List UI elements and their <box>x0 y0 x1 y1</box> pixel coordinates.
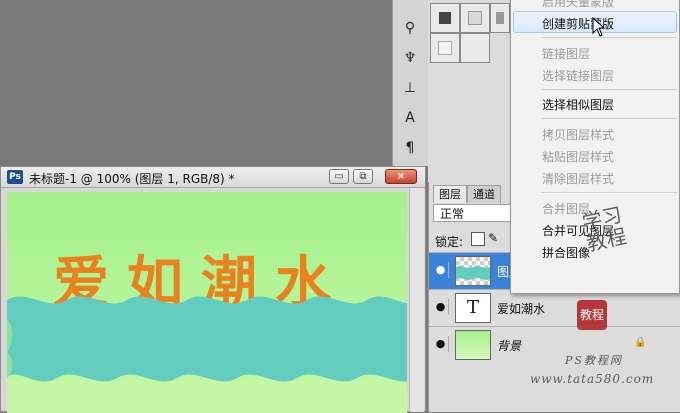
tab-channels[interactable]: 通道 <box>467 185 501 203</box>
minimize-button[interactable]: ▭ <box>329 169 349 184</box>
menu-item-select-linked-layers[interactable]: 选择链接图层 <box>542 67 614 84</box>
styles-panel <box>428 0 513 182</box>
layer-thumb-wave <box>456 266 490 280</box>
blend-mode-select[interactable]: 正常 <box>433 204 515 222</box>
photoshop-icon: Ps <box>7 170 23 184</box>
mouse-cursor-icon <box>592 17 606 37</box>
layer-name: 爱如潮水 <box>497 302 546 316</box>
background-layer-thumbnail <box>455 330 491 360</box>
style-swatch[interactable] <box>430 33 460 63</box>
menu-separator <box>541 118 677 119</box>
canvas[interactable]: 爱如潮水 <box>7 192 407 413</box>
restore-button[interactable]: ⧉ <box>353 169 373 184</box>
tools-panel: ⚲ ♆ ⊥ A ¶ <box>392 0 430 166</box>
menu-item-enable-vector-mask[interactable]: 启用矢量蒙版 <box>542 0 614 10</box>
document-title-bar[interactable]: Ps 未标题-1 @ 100% (图层 1, RGB/8) * ▭ ⧉ × <box>1 167 425 188</box>
layer-row[interactable]: ● T 爱如潮水 <box>429 289 680 326</box>
layer-thumbnail <box>455 256 491 286</box>
type-tool-icon[interactable]: A <box>399 108 421 128</box>
lock-brush-icon[interactable]: ✎ <box>487 232 499 244</box>
tab-layers[interactable]: 图层 <box>433 185 467 203</box>
visibility-eye-icon[interactable]: ● <box>433 299 449 315</box>
layer-name: 背景 <box>497 339 522 353</box>
style-swatch[interactable] <box>460 3 490 33</box>
menu-separator <box>541 192 677 193</box>
menu-separator <box>541 89 677 90</box>
visibility-eye-icon[interactable]: ● <box>433 262 449 278</box>
wave-band <box>7 296 407 382</box>
restore-icon: ⧉ <box>359 171 367 182</box>
lock-label: 锁定: <box>435 235 464 249</box>
canvas-art: 爱如潮水 <box>7 192 407 413</box>
lock-transparency-icon[interactable] <box>471 232 485 246</box>
layer-row[interactable]: ● 背景 🔒 <box>429 326 680 363</box>
close-button[interactable]: × <box>385 169 417 184</box>
style-swatch[interactable] <box>430 3 460 33</box>
paragraph-icon[interactable]: ¶ <box>399 138 421 158</box>
style-swatch[interactable] <box>490 3 510 33</box>
stamp-icon[interactable]: ⊥ <box>399 78 421 98</box>
menu-item-flatten-image[interactable]: 拼合图像 <box>542 244 590 261</box>
watermark-url: www.tata580.com <box>530 372 655 386</box>
menu-item-paste-layer-style[interactable]: 粘贴图层样式 <box>542 148 614 165</box>
text-layer-thumbnail: T <box>455 293 491 323</box>
visibility-eye-icon[interactable]: ● <box>433 336 449 352</box>
style-swatch[interactable] <box>460 33 490 63</box>
minimize-icon: ▭ <box>334 171 344 182</box>
watermark-seal: 教程 <box>577 300 607 330</box>
menu-item-copy-layer-style[interactable]: 拷贝图层样式 <box>542 126 614 143</box>
history-brush-icon[interactable]: ♆ <box>399 48 421 68</box>
watermark-site-title: PS教程网 <box>565 354 623 367</box>
document-scrollbar[interactable] <box>409 188 424 412</box>
menu-separator <box>541 37 677 38</box>
close-icon: × <box>396 171 406 182</box>
menu-item-clear-layer-style[interactable]: 清除图层样式 <box>542 170 614 187</box>
document-title: 未标题-1 @ 100% (图层 1, RGB/8) * <box>29 172 235 186</box>
clone-stamp-icon[interactable]: ⚲ <box>399 18 421 38</box>
lock-icon: 🔒 <box>634 337 647 348</box>
menu-item-select-similar-layers[interactable]: 选择相似图层 <box>542 96 614 113</box>
menu-item-link-layers[interactable]: 链接图层 <box>542 45 590 62</box>
document-window: Ps 未标题-1 @ 100% (图层 1, RGB/8) * ▭ ⧉ × 爱如… <box>0 166 426 413</box>
